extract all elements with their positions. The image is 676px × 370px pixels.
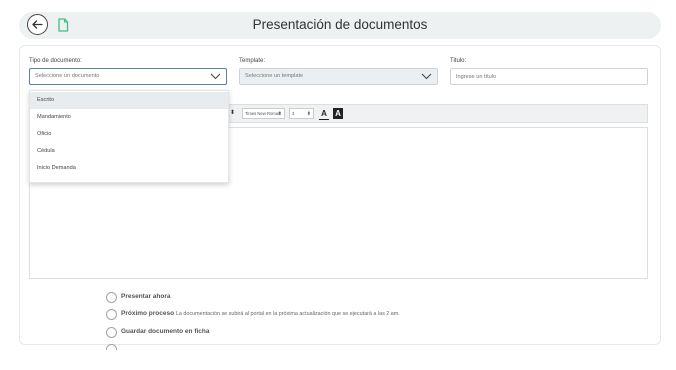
background-color-button[interactable]: A [333,108,343,119]
dropdown-option[interactable]: Escrito [30,92,228,109]
guardar-ficha-text: Guardar documento en ficha [121,328,210,335]
dropdown-option[interactable]: Cédula [30,143,228,160]
tipo-documento-dropdown: Escrito Mandamiento Oficio Cédula Inicio… [29,90,229,183]
updown-icon[interactable]: ⬍ [230,109,235,116]
proximo-proceso-description: La documentación se subirá al portal en … [175,311,400,317]
dropdown-option[interactable]: Inicio Demanda [30,160,228,177]
tipo-documento-label: Tipo de documento: [29,58,82,64]
partial-radio[interactable] [106,344,117,350]
presentar-ahora-label: Presentar ahora [121,293,171,300]
proximo-proceso-radio[interactable] [106,309,117,320]
template-select[interactable]: Seleccione un template [239,68,438,85]
tipo-documento-select[interactable]: Seleccione un documento [29,68,227,85]
guardar-ficha-label: Guardar documento en ficha [121,328,210,335]
proximo-proceso-label: Próximo proceso La documentación se subi… [121,310,400,317]
updown-icon: ⬍ [306,111,311,117]
font-family-select[interactable]: Times New Roman ⬍ [242,108,285,119]
header-bar: Presentación de documentos [19,12,661,39]
chevron-down-icon [210,73,221,80]
template-placeholder: Seleccione un template [245,73,304,79]
template-label: Template: [239,58,266,64]
titulo-input[interactable] [450,68,648,85]
text-color-icon: A [321,109,327,118]
titulo-label: Titulo: [450,58,467,64]
chevron-down-icon [421,73,432,80]
dropdown-option[interactable]: Oficio [30,126,228,143]
guardar-ficha-radio[interactable] [106,327,117,338]
presentar-ahora-radio[interactable] [106,292,117,303]
dropdown-option[interactable]: Mandamiento [30,109,228,126]
updown-icon: ⬍ [277,111,282,117]
text-color-button[interactable]: A [319,108,329,120]
presentar-ahora-text: Presentar ahora [121,293,171,300]
font-size-select[interactable]: 3 ⬍ [289,108,314,119]
font-family-value: Times New Roman [245,111,281,116]
tipo-documento-placeholder: Seleccione un documento [35,73,100,79]
font-size-value: 3 [292,111,295,116]
proximo-proceso-text: Próximo proceso [121,310,175,317]
background-color-icon: A [335,109,341,118]
page-title: Presentación de documentos [252,17,428,32]
